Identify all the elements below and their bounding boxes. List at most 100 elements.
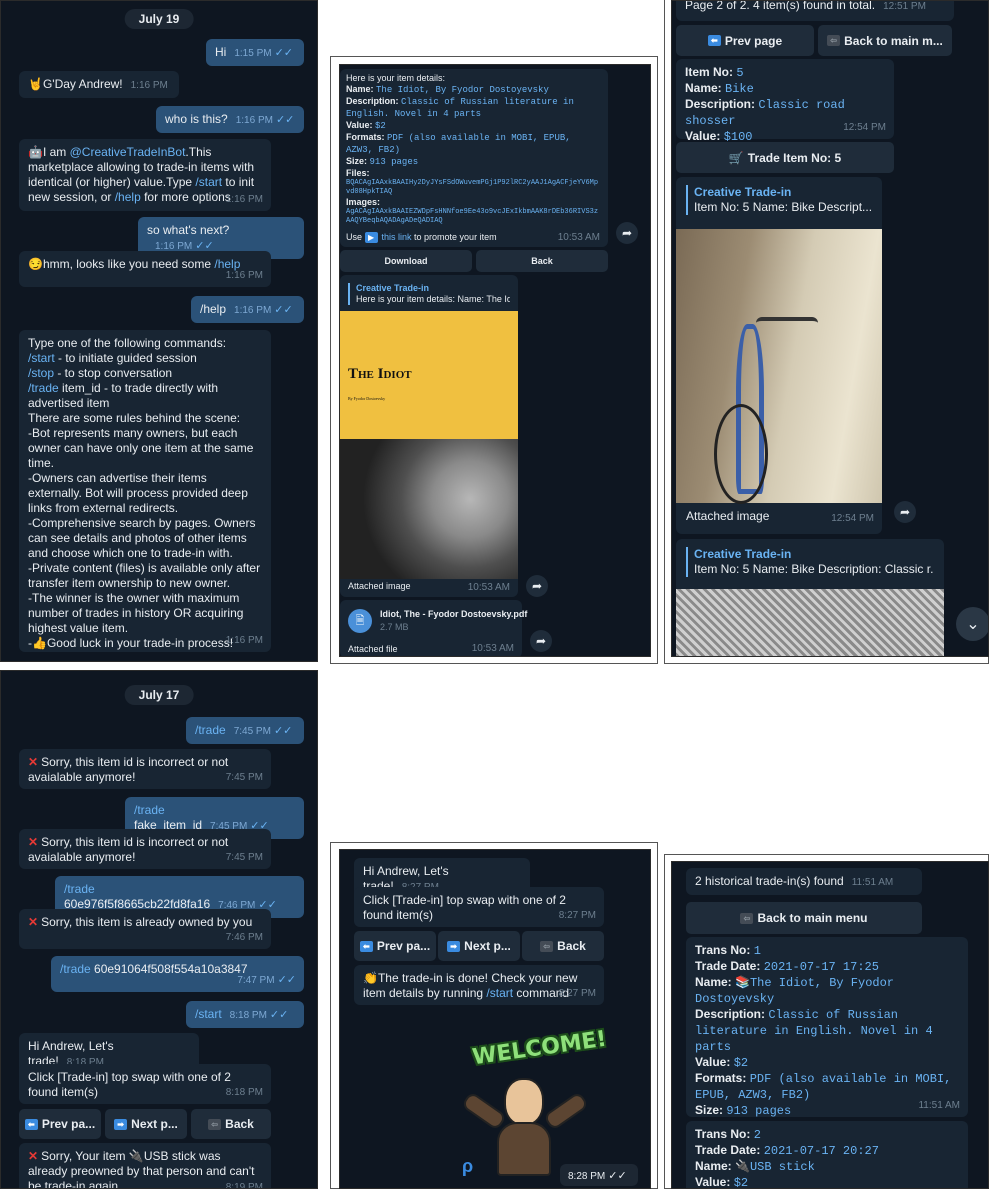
back-arrow-icon: ⇦ <box>827 35 841 46</box>
left-arrow-icon: ⬅ <box>24 1118 38 1130</box>
message-time: 1:16 PM <box>225 270 263 281</box>
message-text: Sorry, Your item <box>41 1149 129 1163</box>
prev-page-button[interactable]: ⬅ Prev pa... <box>354 931 436 961</box>
button-label: Prev page <box>724 33 783 48</box>
forward-button[interactable]: ➦ <box>616 222 638 244</box>
start-command-link[interactable]: /start <box>486 986 513 1000</box>
read-check-icon: ✓✓ <box>608 1170 627 1182</box>
incoming-message: ✕ Sorry, this item id is incorrect or not… <box>19 829 271 869</box>
welcome-sticker[interactable]: WELCOME! <box>452 1027 612 1180</box>
bike-photo[interactable] <box>676 229 882 504</box>
trade-item-button[interactable]: 🛒 Trade Item No: 5 <box>676 142 894 173</box>
message-time: 10:53 AM <box>471 643 514 654</box>
outgoing-message: /help 1:16 PM ✓✓ <box>191 296 304 323</box>
back-button[interactable]: ⇦ Back <box>191 1109 271 1139</box>
message-time: 10:53 AM <box>557 232 600 243</box>
play-icon: ▶ <box>364 232 378 243</box>
field-label: Value: <box>685 129 721 143</box>
error-icon: ✕ <box>28 755 39 769</box>
file-size: 2.7 MB <box>380 622 409 632</box>
bike-photo[interactable] <box>676 589 944 656</box>
stop-command-link[interactable]: /stop <box>28 366 54 380</box>
incoming-message: 🤖I am @CreativeTradeInBot.This marketpla… <box>19 139 271 211</box>
prev-page-button[interactable]: ⬅ Prev page <box>676 25 814 56</box>
thumbs-up-icon: 👍 <box>32 636 47 650</box>
message-text: Hi <box>215 45 227 59</box>
architecture-photo <box>340 439 518 579</box>
field-label: Images: <box>346 197 381 207</box>
message-text: for more options <box>140 190 231 204</box>
forward-button[interactable]: ➦ <box>526 575 548 597</box>
field-label: Files: <box>346 168 370 178</box>
incoming-message: 🤘G'Day Andrew! 1:16 PM <box>19 71 179 98</box>
message-time: 8:18 PM <box>229 1010 267 1021</box>
bike-wheel <box>714 404 768 504</box>
message-time: 1:15 PM <box>234 48 272 59</box>
field-label: Formats: <box>346 132 385 142</box>
message-text: /trade <box>195 723 226 737</box>
download-button[interactable]: Download <box>340 250 472 272</box>
transaction-message: Trans No: 2 Trade Date: 2021-07-17 20:27… <box>686 1121 968 1188</box>
trade-command-link[interactable]: /trade <box>60 962 91 976</box>
smirk-icon: 😏 <box>28 257 43 271</box>
button-label: Back to main m... <box>844 33 943 48</box>
back-button[interactable]: ⇦ Back <box>522 931 604 961</box>
back-button[interactable]: Back <box>476 250 608 272</box>
field-label: Name: <box>685 81 722 95</box>
message-text: Page 2 of 2. 4 item(s) found in total. <box>685 0 876 12</box>
start-command-link[interactable]: /start <box>28 351 55 365</box>
message-time: 7:46 PM <box>225 932 263 943</box>
button-label: Prev pa... <box>376 939 431 953</box>
chat-panel-trade-errors: July 17 /trade 7:45 PM ✓✓ ✕ Sorry, this ite… <box>0 670 318 1189</box>
clap-icon: 👏 <box>363 971 378 985</box>
next-page-button[interactable]: ➡ Next p... <box>105 1109 187 1139</box>
message-time-text: 7:47 PM <box>237 975 275 986</box>
help-command-link[interactable]: /help <box>115 190 141 204</box>
sparkle-icon: ρ <box>462 1156 474 1176</box>
prev-page-button[interactable]: ⬅ Prev pa... <box>19 1109 101 1139</box>
chat-panel-trade-done: Hi Andrew, Let's trade!8:27 PM Click [Tr… <box>339 849 651 1189</box>
file-icon[interactable]: 🗎 <box>348 609 372 633</box>
message-time: 7:47 PM ✓✓ <box>237 973 296 988</box>
character-arm-left <box>460 1091 508 1131</box>
usb-icon: 🔌 <box>128 1149 144 1163</box>
outgoing-message: who is this? 1:16 PM ✓✓ <box>156 106 304 133</box>
history-found-message: 2 historical trade-in(s) found 11:51 AM <box>686 868 922 895</box>
trade-command-link[interactable]: /trade <box>28 381 59 395</box>
message-text: /start <box>195 1007 222 1021</box>
field-label: Trade Date: <box>695 1143 761 1157</box>
message-time: 11:51 AM <box>851 877 894 888</box>
scroll-down-button[interactable]: ⌄ <box>956 607 988 641</box>
message-text: -Bot represents many owners, but each ow… <box>28 426 254 470</box>
item-name: USB stick <box>749 1160 815 1174</box>
promote-link[interactable]: this link <box>382 232 412 242</box>
back-to-main-button[interactable]: ⇦ Back to main m... <box>818 25 952 56</box>
back-arrow-icon: ⇦ <box>740 912 754 924</box>
file-message: 🗎 Idiot, The - Fyodor Dostoevsky.pdf 2.7… <box>340 600 527 656</box>
message-text: Type one of the following commands: <box>28 336 227 350</box>
bot-mention-link[interactable]: @CreativeTradeInBot <box>70 145 186 159</box>
message-text: Here is your item details: <box>346 73 446 83</box>
message-text: Click [Trade-in] top swap with one of 2 … <box>363 893 566 922</box>
button-label: Back <box>225 1117 254 1131</box>
message-time: 8:27 PM <box>558 910 596 921</box>
trade-command-link[interactable]: /trade <box>134 803 165 817</box>
field-label: Trans No: <box>695 1127 751 1141</box>
right-arrow-icon: ➡ <box>447 940 461 952</box>
next-page-button[interactable]: ➡ Next p... <box>438 931 520 961</box>
back-to-main-button[interactable]: ⇦ Back to main menu <box>686 902 922 934</box>
message-time: 1:16 PM <box>225 635 263 646</box>
forward-button[interactable]: ➦ <box>530 630 552 652</box>
image-caption: Attached image <box>686 509 770 523</box>
message-time: 1:16 PM <box>235 115 273 126</box>
message-time: 8:28 PM <box>568 1171 606 1182</box>
forward-button[interactable]: ➦ <box>894 501 916 523</box>
book-cover-image[interactable]: The Idiot By Fyodor Dostoevsky <box>340 311 518 439</box>
forward-source: Creative Trade-in <box>356 283 430 293</box>
message-time: 1:16 PM <box>225 194 263 205</box>
start-command-link[interactable]: /start <box>195 175 222 189</box>
trade-command-link[interactable]: /trade <box>64 882 95 896</box>
message-time: 7:45 PM <box>225 772 263 783</box>
back-arrow-icon: ⇦ <box>208 1118 222 1130</box>
forward-quote: Creative Trade-in Item No: 5 Name: Bike … <box>686 185 872 215</box>
